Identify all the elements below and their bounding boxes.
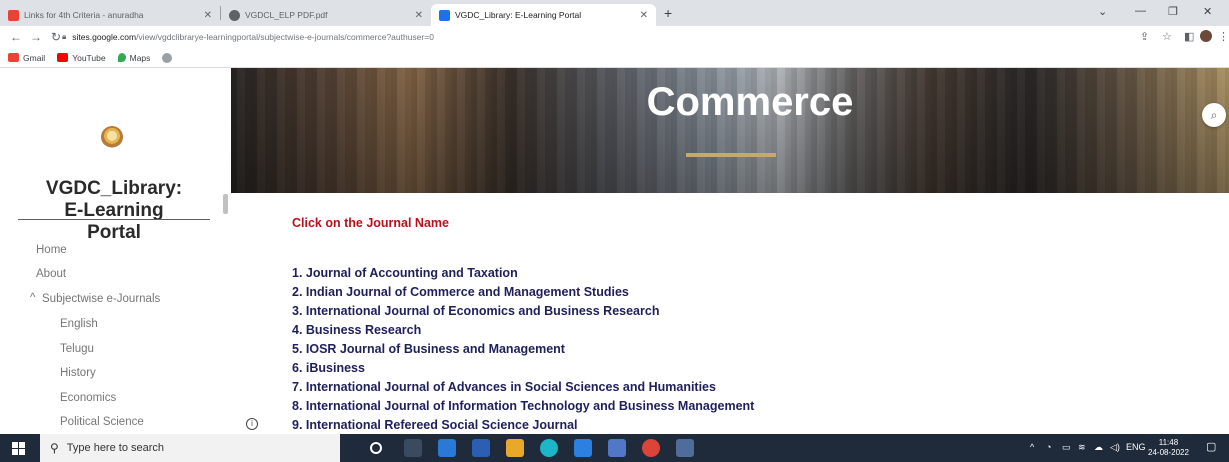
minimize-button[interactable]: — [1135,5,1146,17]
store-icon[interactable] [438,439,456,457]
side-panel-icon[interactable]: ◧ [1184,30,1194,43]
close-window-button[interactable]: ✕ [1203,5,1212,18]
instruction-text: Click on the Journal Name [292,216,449,230]
profile-avatar[interactable] [1200,30,1212,42]
nav-history[interactable]: History [60,367,96,379]
bookmark-chrome[interactable] [162,52,176,63]
search-icon: ⚲ [50,441,59,455]
college-logo-icon [101,126,123,148]
volume-icon[interactable]: ◁) [1110,442,1120,453]
title-underline [686,153,776,157]
search-icon[interactable]: ⌕ [1202,103,1226,127]
sites-favicon-icon [439,9,450,21]
network-icon[interactable]: ◔ [1046,442,1051,452]
tab-close-icon[interactable]: ✕ [634,10,648,21]
journal-link[interactable]: 4. Business Research [292,323,421,337]
gmail-favicon-icon [8,9,19,21]
notifications-icon[interactable]: ▢ [1206,440,1216,453]
journal-link[interactable]: 6. iBusiness [292,361,365,375]
app-icon[interactable] [676,439,694,457]
journal-link[interactable]: 1. Journal of Accounting and Taxation [292,266,518,280]
bookmark-maps[interactable]: Maps [117,52,151,63]
onedrive-icon[interactable]: ☁ [1094,442,1103,453]
url-host: sites.google.com [72,32,137,42]
restore-button[interactable]: ❐ [1168,5,1178,18]
windows-taskbar: ⚲ Type here to search ^ ◔ ▭ ≋ ☁ ◁) ENG 1… [0,434,1229,462]
sidebar-divider [18,219,210,220]
nav-political-science[interactable]: Political Science [60,416,144,428]
taskbar-clock[interactable]: 11:48 24-08-2022 [1148,438,1189,458]
hero-banner: Commerce [231,68,1229,193]
tab-search-icon[interactable]: ⌄ [1098,5,1107,18]
journal-link[interactable]: 9. International Refereed Social Science… [292,418,578,432]
info-icon[interactable]: i [246,418,258,430]
tab-close-icon[interactable]: ✕ [409,10,423,21]
journal-link[interactable]: 5. IOSR Journal of Business and Manageme… [292,342,565,356]
tab-label: Links for 4th Criteria - anuradha [24,10,144,20]
mail-icon[interactable] [574,439,592,457]
tab-elearning-portal[interactable]: VGDC_Library: E-Learning Portal ✕ [431,4,656,26]
journal-link[interactable]: 3. International Journal of Economics an… [292,304,659,318]
page-title: Commerce [646,80,854,124]
forward-icon[interactable]: → [26,30,46,44]
photos-icon[interactable] [608,439,626,457]
journal-link[interactable]: 7. International Journal of Advances in … [292,380,716,394]
lock-icon[interactable]: 🔒︎ [62,32,66,42]
back-icon[interactable]: ← [6,30,26,44]
file-explorer-icon[interactable] [506,439,524,457]
language-indicator[interactable]: ENG [1126,442,1146,452]
chevron-up-icon[interactable]: ^ [30,292,35,304]
nav-about[interactable]: About [36,268,66,280]
maps-icon [117,53,126,62]
bookmark-star-icon[interactable]: ☆ [1162,30,1172,43]
nav-subjectwise-ejournals[interactable]: Subjectwise e-Journals [42,293,160,305]
taskbar-search-box[interactable]: ⚲ Type here to search [40,434,340,462]
journal-link[interactable]: 8. International Journal of Information … [292,399,754,413]
tab-strip: Links for 4th Criteria - anuradha ✕ VGDC… [0,0,1229,26]
sidebar-scrollbar[interactable] [223,194,228,214]
journal-link[interactable]: 2. Indian Journal of Commerce and Manage… [292,285,629,299]
menu-icon[interactable]: ⋮ [1218,30,1229,43]
task-view-icon[interactable] [404,439,422,457]
cortana-icon[interactable] [370,442,382,454]
gmail-icon [8,53,19,62]
youtube-icon [57,53,69,62]
nav-telugu[interactable]: Telugu [60,343,94,355]
tab-links-criteria[interactable]: Links for 4th Criteria - anuradha ✕ [0,4,220,26]
taskbar-search-placeholder: Type here to search [66,442,165,454]
bookmark-label: Maps [129,52,151,63]
address-bar[interactable]: 🔒︎ sites.google.com /view/vgdclibrarye-l… [62,29,1192,45]
bookmark-gmail[interactable]: Gmail [8,53,45,63]
word-icon[interactable] [472,439,490,457]
tab-pdf[interactable]: VGDCL_ELP PDF.pdf ✕ [221,4,431,26]
site-sidebar: VGDC_Library: E-Learning Portal Home Abo… [0,68,228,434]
battery-icon[interactable]: ▭ [1062,442,1071,453]
bookmark-label: Gmail [23,52,46,63]
url-path: /view/vgdclibrarye-learningportal/subjec… [136,32,434,42]
wifi-icon[interactable]: ≋ [1078,442,1086,453]
tab-close-icon[interactable]: ✕ [198,10,212,21]
bookmark-youtube[interactable]: YouTube [57,52,106,63]
edge-icon[interactable] [540,439,558,457]
nav-economics[interactable]: Economics [60,392,116,404]
windows-start-icon[interactable] [12,442,25,455]
share-icon[interactable]: ⇪ [1140,30,1149,43]
nav-english[interactable]: English [60,318,98,330]
browser-toolbar: ← → ↻ 🔒︎ sites.google.com /view/vgdclibr… [0,26,1229,48]
chrome-icon [162,52,173,63]
tab-label: VGDC_Library: E-Learning Portal [455,10,582,20]
pdf-favicon-icon [229,9,240,21]
chrome-icon[interactable] [642,439,660,457]
nav-home[interactable]: Home [36,244,67,256]
tray-chevron-icon[interactable]: ^ [1030,442,1034,452]
bookmark-label: YouTube [72,52,106,63]
tab-label: VGDCL_ELP PDF.pdf [245,10,328,20]
site-title[interactable]: VGDC_Library: E-Learning Portal [0,178,228,244]
new-tab-button[interactable]: + [664,5,672,21]
bookmarks-bar: Gmail YouTube Maps [0,48,1229,68]
